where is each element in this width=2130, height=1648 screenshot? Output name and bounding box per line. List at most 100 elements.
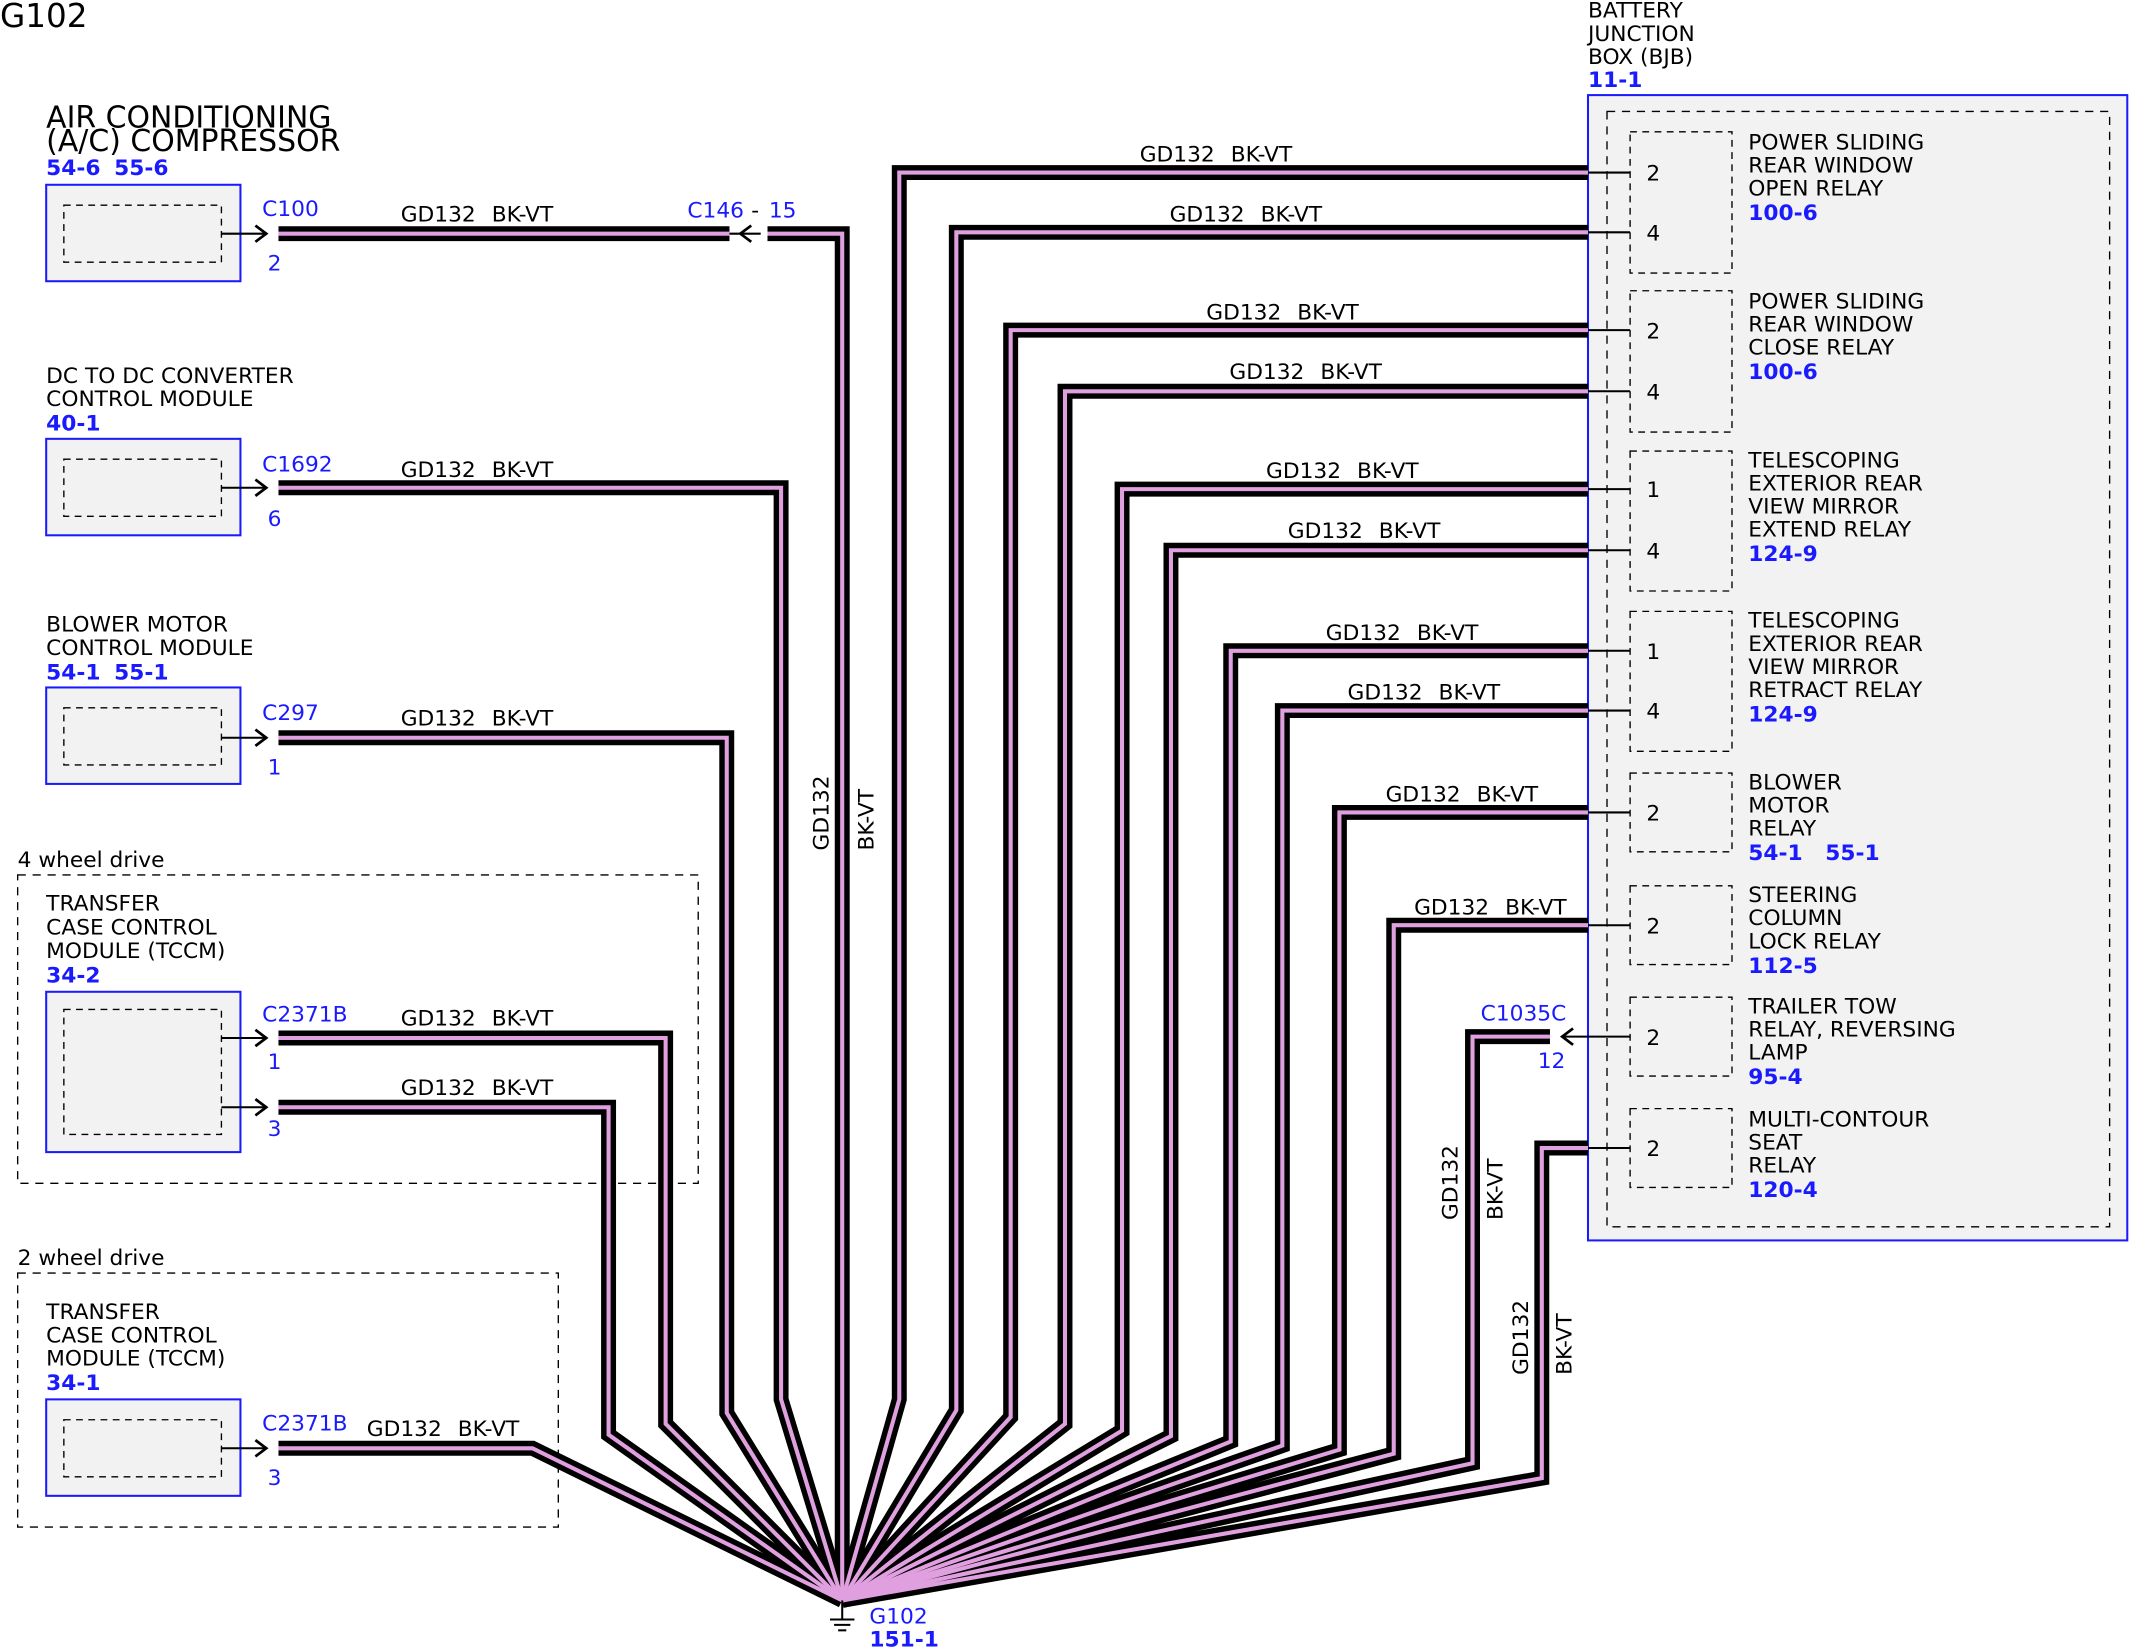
svg-text:BK-VT: BK-VT [854, 788, 879, 850]
wiring-diagram: G102 AIR CONDITIONING (A/C) COMPRESSOR 5… [0, 0, 2129, 1648]
pin-label: 2 [268, 251, 282, 276]
svg-text:124-9: 124-9 [1748, 542, 1817, 567]
svg-text:TELESCOPING: TELESCOPING [1747, 448, 1899, 473]
svg-text:4: 4 [1646, 539, 1660, 564]
svg-text:BK-VT: BK-VT [1417, 621, 1479, 646]
wires [278, 165, 1588, 1608]
component-ac-compressor[interactable]: AIR CONDITIONING (A/C) COMPRESSOR 54-6 5… [45, 101, 340, 283]
svg-text:COLUMN: COLUMN [1748, 906, 1842, 931]
svg-text:GD132: GD132 [1439, 1145, 1464, 1220]
svg-text:BK-VT: BK-VT [1320, 360, 1382, 385]
svg-text:BK-VT: BK-VT [1297, 300, 1359, 325]
svg-text:C2371B: C2371B [262, 1003, 347, 1028]
svg-text:GD132: GD132 [401, 1076, 476, 1101]
svg-text:POWER SLIDING: POWER SLIDING [1748, 289, 1924, 314]
svg-text:124-9: 124-9 [1748, 702, 1817, 727]
svg-text:BK-VT: BK-VT [492, 202, 554, 227]
svg-text:C146: C146 [687, 198, 744, 223]
svg-text:4 wheel drive: 4 wheel drive [18, 848, 165, 873]
svg-text:EXTERIOR REAR: EXTERIOR REAR [1748, 632, 1923, 657]
svg-text:2: 2 [1646, 1137, 1660, 1162]
bjb-connector-label: C1035C [1481, 1001, 1567, 1026]
svg-text:GD132: GD132 [1288, 519, 1363, 544]
svg-text:REAR WINDOW: REAR WINDOW [1748, 154, 1913, 179]
svg-text:GD132: GD132 [1170, 202, 1245, 227]
svg-text:C2371B: C2371B [262, 1412, 347, 1437]
svg-text:BK-VT: BK-VT [1231, 143, 1293, 168]
ground-ref: 151-1 [869, 1628, 938, 1648]
svg-text:BOX (BJB): BOX (BJB) [1588, 45, 1693, 70]
svg-text:34-1: 34-1 [46, 1371, 100, 1396]
svg-text:CONTROL MODULE: CONTROL MODULE [46, 636, 253, 661]
svg-text:GD132: GD132 [1229, 360, 1304, 385]
svg-text:BK-VT: BK-VT [1357, 459, 1419, 484]
svg-text:CLOSE RELAY: CLOSE RELAY [1748, 336, 1895, 361]
svg-text:2: 2 [1646, 319, 1660, 344]
svg-text:EXTERIOR REAR: EXTERIOR REAR [1748, 471, 1923, 496]
svg-text:CASE CONTROL: CASE CONTROL [46, 916, 216, 941]
svg-text:BK-VT: BK-VT [1553, 1313, 1578, 1375]
svg-text:(A/C) COMPRESSOR: (A/C) COMPRESSOR [46, 124, 340, 159]
svg-text:120-4: 120-4 [1748, 1178, 1817, 1203]
svg-text:34-2: 34-2 [46, 963, 100, 988]
svg-text:SEAT: SEAT [1748, 1130, 1803, 1155]
svg-text:54-1: 54-1 [46, 660, 100, 685]
svg-text:2: 2 [1646, 1026, 1660, 1051]
svg-text:BK-VT: BK-VT [1439, 681, 1501, 706]
svg-text:RELAY: RELAY [1748, 817, 1817, 842]
page-title: G102 [0, 0, 87, 35]
svg-text:C1692: C1692 [262, 452, 332, 477]
svg-text:BK-VT: BK-VT [492, 458, 554, 483]
svg-text:MULTI-CONTOUR: MULTI-CONTOUR [1748, 1107, 1929, 1132]
svg-text:BK-VT: BK-VT [1483, 1158, 1508, 1220]
svg-text:BK-VT: BK-VT [1261, 202, 1323, 227]
svg-text:BK-VT: BK-VT [1379, 519, 1441, 544]
svg-text:EXTEND RELAY: EXTEND RELAY [1748, 518, 1912, 543]
svg-text:3: 3 [268, 1117, 282, 1142]
svg-text:54-6: 54-6 [46, 156, 100, 181]
svg-text:2 wheel drive: 2 wheel drive [18, 1246, 165, 1271]
svg-text:BK-VT: BK-VT [492, 1076, 554, 1101]
component-tccm-2wd[interactable]: TRANSFER CASE CONTROL MODULE (TCCM) 34-1… [45, 1300, 348, 1497]
svg-text:95-4: 95-4 [1748, 1065, 1802, 1090]
svg-text:6: 6 [268, 507, 282, 532]
svg-text:40-1: 40-1 [46, 412, 100, 437]
svg-text:BLOWER: BLOWER [1748, 770, 1842, 795]
svg-text:100-6: 100-6 [1748, 360, 1817, 385]
svg-text:JUNCTION: JUNCTION [1586, 22, 1695, 47]
svg-text:BK-VT: BK-VT [1505, 895, 1567, 920]
svg-text:MODULE (TCCM): MODULE (TCCM) [46, 1346, 225, 1371]
svg-text:OPEN RELAY: OPEN RELAY [1748, 177, 1884, 202]
ground-label: G102 [869, 1605, 927, 1630]
svg-text:2: 2 [1646, 802, 1660, 827]
svg-text:55-1: 55-1 [114, 660, 168, 685]
svg-text:BK-VT: BK-VT [492, 1007, 554, 1032]
svg-text:1: 1 [268, 1050, 282, 1075]
svg-text:VIEW MIRROR: VIEW MIRROR [1748, 495, 1899, 520]
component-dc-dc-converter[interactable]: DC TO DC CONVERTER CONTROL MODULE 40-1 C… [45, 364, 333, 537]
svg-text:GD132: GD132 [401, 1007, 476, 1032]
svg-text:TRANSFER: TRANSFER [45, 1300, 160, 1325]
svg-text:1: 1 [1646, 640, 1660, 665]
svg-text:2: 2 [1646, 914, 1660, 939]
svg-text:TELESCOPING: TELESCOPING [1747, 609, 1899, 634]
svg-text:MOTOR: MOTOR [1748, 793, 1829, 818]
svg-text:VIEW MIRROR: VIEW MIRROR [1748, 655, 1899, 680]
ground-g102[interactable]: G102 151-1 [829, 1600, 939, 1648]
svg-text:GD132: GD132 [1386, 783, 1461, 808]
svg-text:POWER SLIDING: POWER SLIDING [1748, 130, 1924, 155]
svg-text:GD132: GD132 [401, 706, 476, 731]
svg-text:BATTERY: BATTERY [1588, 0, 1684, 24]
svg-text:GD132: GD132 [367, 1417, 442, 1442]
svg-text:CASE CONTROL: CASE CONTROL [46, 1323, 216, 1348]
svg-text:TRAILER TOW: TRAILER TOW [1747, 995, 1896, 1020]
svg-text:54-1 55-1: 54-1 55-1 [1748, 841, 1879, 866]
svg-text:GD132: GD132 [1140, 143, 1215, 168]
svg-text:TRANSFER: TRANSFER [45, 891, 160, 916]
svg-text:GD132: GD132 [401, 202, 476, 227]
component-blower-motor-module[interactable]: BLOWER MOTOR CONTROL MODULE 54-1 55-1 C2… [45, 613, 319, 785]
svg-text:-: - [751, 198, 759, 223]
svg-text:BK-VT: BK-VT [492, 706, 554, 731]
svg-text:MODULE (TCCM): MODULE (TCCM) [46, 939, 225, 964]
svg-text:11-1: 11-1 [1588, 68, 1642, 93]
